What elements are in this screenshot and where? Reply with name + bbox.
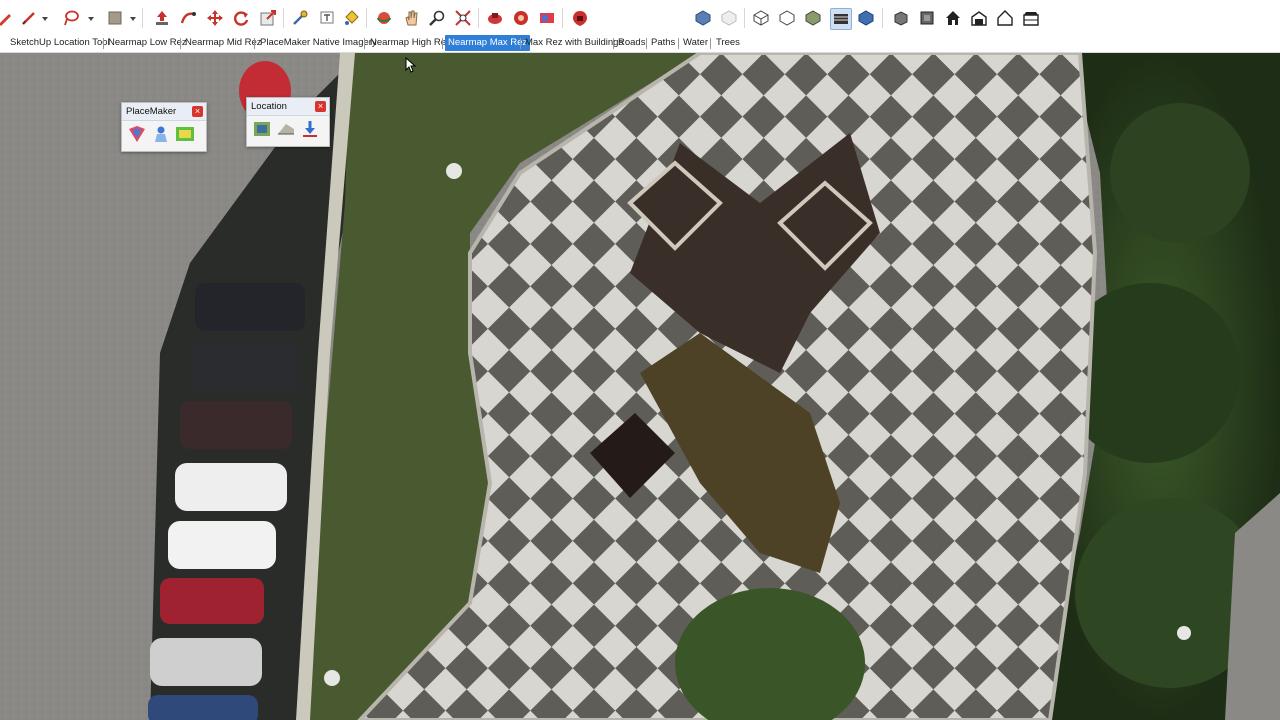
zoom-extents-icon[interactable]	[454, 9, 472, 27]
tab-max-rez-with-buildings[interactable]: Max Rez with Buildings	[522, 35, 626, 51]
tab-trees[interactable]: Trees	[713, 35, 743, 51]
placemaker-map-icon[interactable]	[127, 124, 147, 144]
car	[190, 343, 298, 391]
dropdown-arrow-icon[interactable]	[40, 9, 50, 27]
car	[195, 283, 305, 331]
home-icon[interactable]	[944, 9, 962, 27]
toggle-terrain-icon[interactable]	[276, 119, 296, 139]
scene-tabs: SketchUp Location Tool Nearmap Low Rez N…	[0, 34, 1280, 53]
placemaker-icon[interactable]	[486, 9, 504, 27]
move-icon[interactable]	[206, 9, 224, 27]
palette-title-text: PlaceMaker	[126, 106, 177, 117]
tab-roads[interactable]: Roads	[615, 35, 648, 51]
mouse-cursor-icon	[405, 57, 417, 73]
warehouse-icon[interactable]	[571, 9, 589, 27]
toolbar-separator	[142, 8, 143, 28]
orbit-icon[interactable]	[375, 9, 393, 27]
line-tool-icon[interactable]	[20, 9, 38, 27]
text-icon[interactable]	[318, 9, 336, 27]
toolbar-separator	[478, 8, 479, 28]
tab-separator	[678, 38, 679, 49]
wireframe-icon[interactable]	[752, 9, 770, 27]
scale-icon[interactable]	[259, 9, 277, 27]
placemaker-person-icon[interactable]	[151, 124, 171, 144]
car	[148, 695, 258, 720]
placemaker-dsm-icon[interactable]	[175, 124, 195, 144]
paint-bucket-icon[interactable]	[342, 9, 360, 27]
car	[180, 401, 292, 449]
tab-nearmap-high-rez[interactable]: Nearmap High Rez	[367, 35, 454, 51]
zoom-icon[interactable]	[428, 9, 446, 27]
tab-separator	[520, 38, 521, 49]
tab-separator	[180, 38, 181, 49]
texture-icon[interactable]	[106, 9, 124, 27]
tab-nearmap-low-rez[interactable]: Nearmap Low Rez	[105, 35, 190, 51]
tree	[1110, 103, 1250, 243]
aerial-imagery[interactable]	[0, 53, 1280, 720]
import-icon[interactable]	[300, 119, 320, 139]
lamp-post	[446, 163, 462, 179]
main-toolbar	[0, 0, 1280, 35]
car	[160, 578, 264, 624]
right-view-icon[interactable]	[996, 9, 1014, 27]
tab-nearmap-mid-rez[interactable]: Nearmap Mid Rez	[182, 35, 265, 51]
toolbar-separator	[744, 8, 745, 28]
tab-water[interactable]: Water	[680, 35, 711, 51]
monochrome-icon[interactable]	[857, 9, 875, 27]
car	[150, 638, 262, 686]
top-view-icon[interactable]	[918, 9, 936, 27]
front-view-icon[interactable]	[970, 9, 988, 27]
tab-separator	[254, 38, 255, 49]
placemaker-palette-title: PlaceMaker ×	[122, 103, 206, 121]
tab-paths[interactable]: Paths	[648, 35, 678, 51]
textured-icon[interactable]	[830, 8, 852, 30]
pan-icon[interactable]	[402, 9, 420, 27]
close-icon[interactable]: ×	[192, 106, 203, 117]
placemaker-2-icon[interactable]	[512, 9, 530, 27]
tab-separator	[646, 38, 647, 49]
location-palette-title: Location ×	[247, 98, 329, 116]
iso-icon[interactable]	[892, 9, 910, 27]
push-pull-icon[interactable]	[153, 9, 171, 27]
tab-separator	[613, 38, 614, 49]
tab-nearmap-max-rez[interactable]: Nearmap Max Rez	[445, 35, 531, 51]
shaded-icon[interactable]	[804, 9, 822, 27]
follow-me-icon[interactable]	[179, 9, 197, 27]
palette-title-text: Location	[251, 101, 287, 112]
car	[175, 463, 287, 511]
tab-separator	[364, 38, 365, 49]
tab-separator	[103, 38, 104, 49]
xray-icon[interactable]	[720, 9, 738, 27]
toolbar-separator	[882, 8, 883, 28]
toolbar-separator	[283, 8, 284, 28]
add-location-icon[interactable]	[252, 119, 272, 139]
tab-sketchup-location-tool[interactable]: SketchUp Location Tool	[7, 35, 113, 51]
pencil-icon[interactable]	[0, 9, 14, 27]
model-viewport[interactable]	[0, 53, 1280, 720]
placemaker-palette[interactable]: PlaceMaker ×	[121, 102, 207, 152]
toolbar-separator	[562, 8, 563, 28]
dropdown-arrow-icon[interactable]	[128, 9, 138, 27]
rotate-icon[interactable]	[232, 9, 250, 27]
dropdown-arrow-icon[interactable]	[86, 9, 96, 27]
tape-measure-icon[interactable]	[291, 9, 309, 27]
car	[168, 521, 276, 569]
back-view-icon[interactable]	[1022, 9, 1040, 27]
section-icon[interactable]	[694, 9, 712, 27]
tab-placemaker-native-imagery[interactable]: PlaceMaker Native Imagery	[257, 35, 380, 51]
tab-separator	[710, 38, 711, 49]
lamp-post	[324, 670, 340, 686]
placemaker-3-icon[interactable]	[538, 9, 556, 27]
toolbar-separator	[366, 8, 367, 28]
tab-separator	[442, 38, 443, 49]
lasso-icon[interactable]	[62, 9, 80, 27]
close-icon[interactable]: ×	[315, 101, 326, 112]
hidden-line-icon[interactable]	[778, 9, 796, 27]
lamp-post	[1177, 626, 1191, 640]
location-palette[interactable]: Location ×	[246, 97, 330, 147]
